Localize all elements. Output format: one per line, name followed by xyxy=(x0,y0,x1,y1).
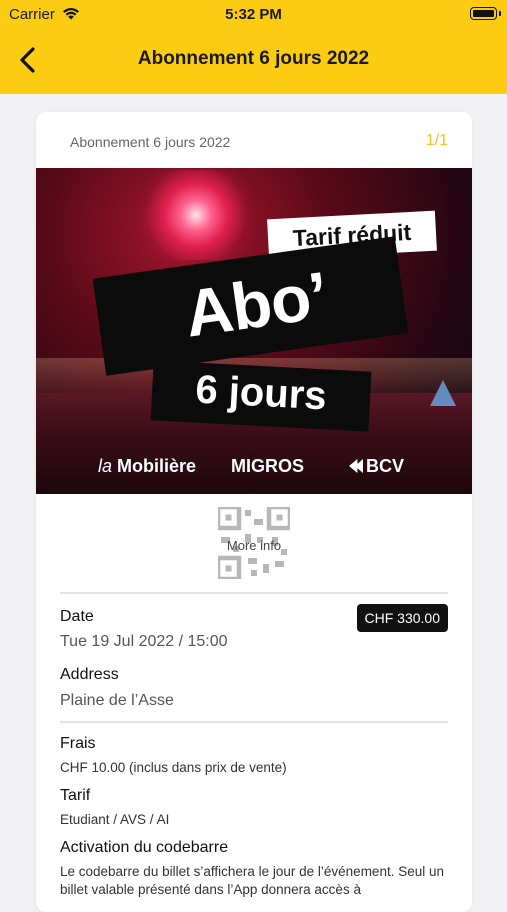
header-bar: Carrier 5:32 PM Abonnement 6 jours 2022 xyxy=(0,0,507,94)
frais-value: CHF 10.00 (inclus dans prix de vente) xyxy=(60,760,287,775)
bcv-mark-icon xyxy=(349,459,363,473)
mobiliere-logo: la Mobilière xyxy=(98,456,196,477)
page-title: Abonnement 6 jours 2022 xyxy=(137,48,370,69)
ticket-banner-image: Tarif réduit Abo’ 6 jours la Mobilière M… xyxy=(36,168,472,494)
date-value: Tue 19 Jul 2022 / 15:00 xyxy=(60,633,228,650)
address-value: Plaine de l’Asse xyxy=(60,692,174,709)
firework-graphic xyxy=(121,170,271,260)
mobiliere-name: Mobilière xyxy=(117,456,197,476)
more-info-link[interactable]: More info xyxy=(36,538,472,553)
mobiliere-prefix: la xyxy=(98,456,113,476)
price-badge: CHF 330.00 xyxy=(356,604,448,632)
ticket-card: Abonnement 6 jours 2022 1/1 Tarif réduit… xyxy=(36,112,472,912)
status-bar: Carrier 5:32 PM xyxy=(0,0,507,28)
activation-label: Activation du codebarre xyxy=(60,839,229,856)
address-label: Address xyxy=(60,666,119,683)
frais-label: Frais xyxy=(60,735,96,752)
ticket-card-header: Abonnement 6 jours 2022 1/1 xyxy=(36,112,472,168)
clock: 5:32 PM xyxy=(225,6,282,23)
ticket-name: Abonnement 6 jours 2022 xyxy=(70,134,231,150)
divider xyxy=(60,592,448,594)
tarif-value: Etudiant / AVS / AI xyxy=(60,812,170,827)
date-label: Date xyxy=(60,608,94,625)
sponsor-logos: la Mobilière MIGROS BCV xyxy=(36,456,472,476)
activation-text: Le codebarre du billet s’affichera le jo… xyxy=(60,864,444,897)
migros-logo: MIGROS xyxy=(231,456,305,476)
battery-icon xyxy=(470,7,497,20)
tarif-label: Tarif xyxy=(60,787,91,804)
battery-tip xyxy=(499,11,501,16)
bcv-logo: BCV xyxy=(349,456,404,477)
ticket-counter: 1/1 xyxy=(425,132,448,149)
bcv-name: BCV xyxy=(366,456,405,476)
divider xyxy=(60,721,448,723)
